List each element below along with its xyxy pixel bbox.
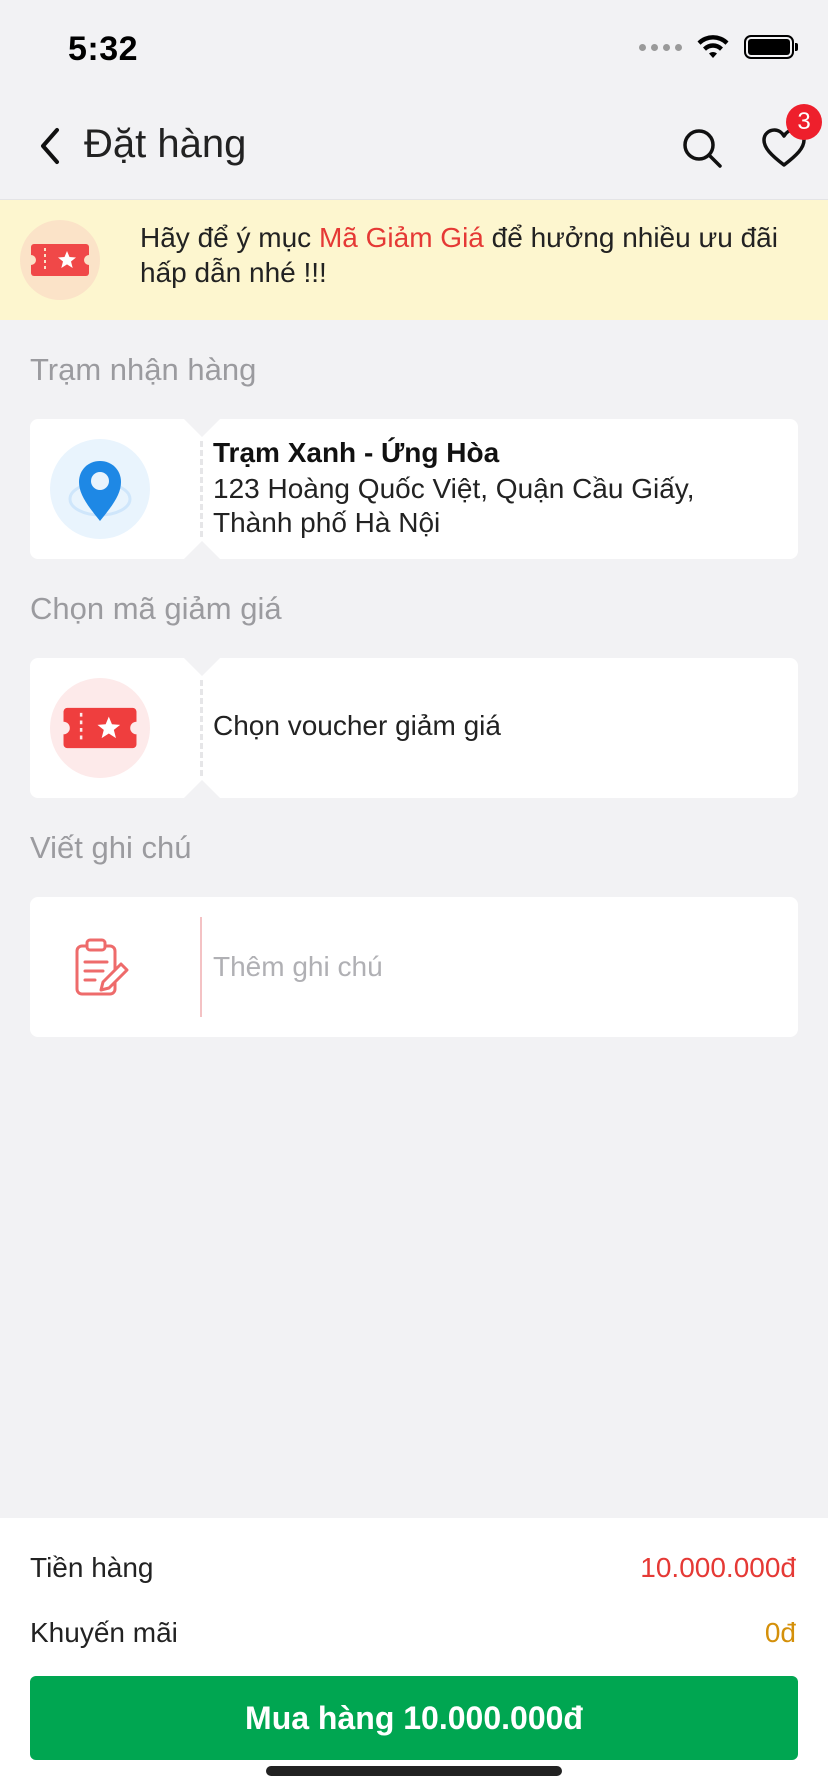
battery-icon — [744, 35, 798, 59]
voucher-section-label: Chọn mã giảm giá — [30, 591, 282, 626]
voucher-card[interactable]: Chọn voucher giảm giá — [30, 658, 798, 798]
order-page: 5:32 Đặt hàng 3 Hãy để ý mục Mã Giảm Giá… — [0, 0, 828, 1792]
card-notch-bottom — [184, 780, 220, 798]
search-icon — [683, 129, 722, 168]
status-bar: 5:32 — [0, 0, 828, 96]
buy-button[interactable]: Mua hàng 10.000.000đ — [30, 1676, 798, 1760]
promo-highlight: Mã Giảm Giá — [318, 222, 484, 253]
promo-icon-wrap — [20, 220, 100, 300]
cellular-signal-icon — [639, 43, 682, 51]
order-summary-panel: Tiền hàng 10.000.000đ Khuyến mãi 0đ Mua … — [0, 1518, 828, 1792]
nav-bar: Đặt hàng — [0, 96, 828, 200]
card-notch-top — [184, 419, 220, 437]
status-time: 5:32 — [68, 30, 139, 68]
status-icons — [639, 34, 798, 60]
note-divider — [200, 917, 202, 1017]
ticket-icon — [61, 707, 139, 749]
card-divider — [200, 441, 203, 537]
favorites-count-badge: 3 — [786, 104, 822, 140]
location-icon-circle — [50, 439, 150, 539]
card-divider — [200, 680, 203, 776]
choose-voucher-label[interactable]: Chọn voucher giảm giá — [213, 710, 501, 742]
subtotal-label: Tiền hàng — [30, 1552, 154, 1583]
wifi-icon — [697, 35, 729, 58]
home-indicator — [266, 1766, 562, 1776]
promo-banner: Hãy để ý mục Mã Giảm Giá để hưởng nhiều … — [0, 200, 828, 320]
note-section-label: Viết ghi chú — [30, 830, 192, 865]
note-icon-wrap — [50, 917, 150, 1017]
card-notch-bottom — [184, 541, 220, 559]
back-button[interactable] — [22, 118, 78, 174]
note-input[interactable] — [213, 937, 773, 997]
subtotal-value: 10.000.000đ — [640, 1552, 796, 1583]
voucher-icon-circle — [50, 678, 150, 778]
chevron-left-icon — [41, 128, 59, 164]
station-address-line1: 123 Hoàng Quốc Việt, Quận Cầu Giấy, — [213, 473, 695, 504]
station-name: Trạm Xanh - Ứng Hòa — [213, 437, 500, 468]
discount-value: 0đ — [764, 1617, 796, 1648]
location-pin-icon — [68, 461, 132, 521]
search-button[interactable] — [672, 118, 732, 178]
pickup-station-card[interactable]: Trạm Xanh - Ứng Hòa 123 Hoàng Quốc Việt,… — [30, 419, 798, 559]
promo-text-before: Hãy để ý mục — [140, 222, 319, 253]
card-notch-top — [184, 658, 220, 676]
station-address-line2: Thành phố Hà Nội — [213, 507, 441, 538]
clipboard-edit-icon — [75, 938, 129, 996]
promo-text: Hãy để ý mục Mã Giảm Giá để hưởng nhiều … — [140, 220, 800, 290]
discount-label: Khuyến mãi — [30, 1617, 178, 1648]
pickup-section-label: Trạm nhận hàng — [30, 352, 257, 387]
note-card — [30, 897, 798, 1037]
ticket-icon — [29, 244, 91, 276]
page-title: Đặt hàng — [84, 122, 247, 166]
